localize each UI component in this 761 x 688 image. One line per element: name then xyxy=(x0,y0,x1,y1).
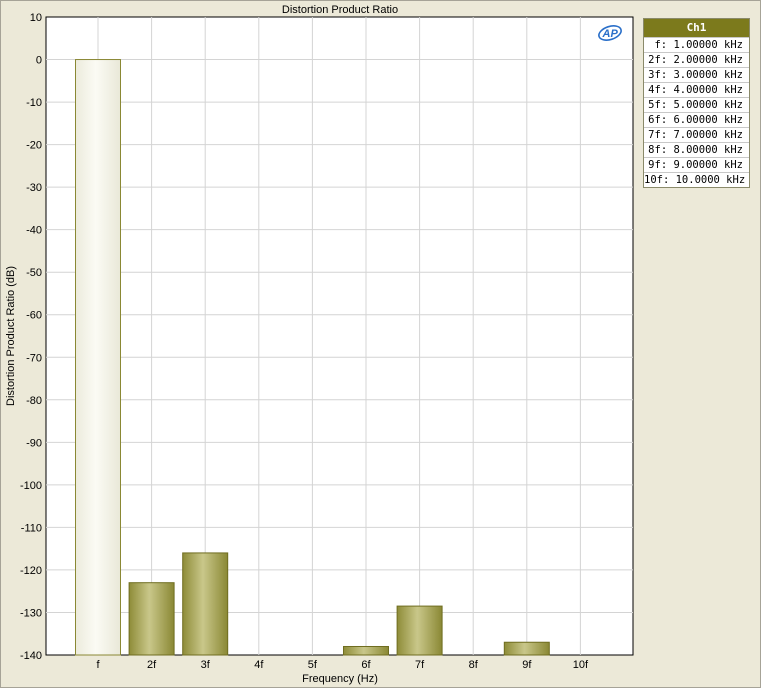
y-tick-labels: 10 0 -10 -20 -30 -40 -50 -60 -70 -80 -90 -100 -110 -1… xyxy=(20,12,42,662)
y-tick-label: -140 xyxy=(20,650,42,662)
legend-row: 4f: 4.00000 kHz xyxy=(644,82,749,97)
legend-row: 3f: 3.00000 kHz xyxy=(644,67,749,82)
y-tick-label: 10 xyxy=(30,12,42,24)
legend-row: 6f: 6.00000 kHz xyxy=(644,112,749,127)
x-tick-label: 8f xyxy=(469,659,479,671)
y-tick-label: -120 xyxy=(20,565,42,577)
x-tick-label: 9f xyxy=(522,659,532,671)
plot-area xyxy=(45,16,634,656)
y-tick-label: -60 xyxy=(26,310,42,322)
x-axis-label: Frequency (Hz) xyxy=(302,673,378,685)
y-tick-label: -100 xyxy=(20,480,42,492)
y-tick-label: -90 xyxy=(26,437,42,449)
bar-2f xyxy=(128,582,175,656)
y-tick-label: -70 xyxy=(26,352,42,364)
x-tick-label: 6f xyxy=(361,659,371,671)
legend-rows: f: 1.00000 kHz 2f: 2.00000 kHz 3f: 3.000… xyxy=(644,37,749,187)
x-tick-label: 7f xyxy=(415,659,425,671)
legend-row: 7f: 7.00000 kHz xyxy=(644,127,749,142)
y-tick-label: -80 xyxy=(26,395,42,407)
x-tick-label: 5f xyxy=(308,659,318,671)
bar-f xyxy=(75,59,121,656)
legend-row: 5f: 5.00000 kHz xyxy=(644,97,749,112)
bar-9f xyxy=(503,641,550,656)
legend-row: 8f: 8.00000 kHz xyxy=(644,142,749,157)
bar-3f xyxy=(182,552,229,656)
x-tick-label: f xyxy=(96,659,100,671)
y-tick-label: -130 xyxy=(20,607,42,619)
y-axis-label: Distortion Product Ratio (dB) xyxy=(5,266,17,406)
bar-6f xyxy=(343,645,389,656)
x-tick-label: 3f xyxy=(201,659,211,671)
y-tick-label: -50 xyxy=(26,267,42,279)
y-tick-label: -40 xyxy=(26,225,42,237)
x-tick-label: 4f xyxy=(254,659,264,671)
y-tick-label: -110 xyxy=(21,522,42,534)
legend-row: f: 1.00000 kHz xyxy=(644,37,749,52)
legend-header: Ch1 xyxy=(644,19,749,37)
bar-7f xyxy=(396,605,443,656)
x-tick-label: 2f xyxy=(147,659,157,671)
y-tick-label: -20 xyxy=(26,140,42,152)
x-tick-label: 10f xyxy=(573,659,589,671)
y-tick-label: -30 xyxy=(26,182,42,194)
legend: Ch1 f: 1.00000 kHz 2f: 2.00000 kHz 3f: 3… xyxy=(643,18,750,188)
ap-logo-icon: AP xyxy=(598,25,622,41)
chart-title: Distortion Product Ratio xyxy=(282,4,398,16)
y-tick-label: 0 xyxy=(36,55,42,67)
legend-row: 10f: 10.0000 kHz xyxy=(644,172,749,187)
y-tick-label: -10 xyxy=(26,97,42,109)
x-tick-labels: f 2f 3f 4f 5f 6f 7f 8f 9f 10f xyxy=(96,659,589,671)
legend-row: 2f: 2.00000 kHz xyxy=(644,52,749,67)
legend-row: 9f: 9.00000 kHz xyxy=(644,157,749,172)
svg-text:AP: AP xyxy=(602,28,619,40)
